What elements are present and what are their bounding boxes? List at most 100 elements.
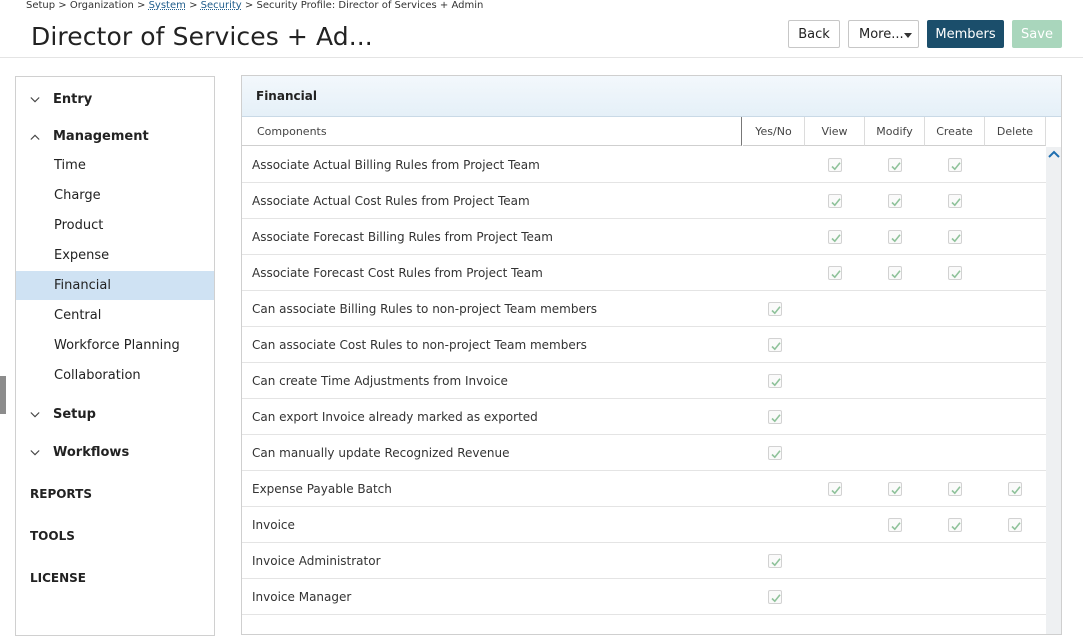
checkbox-create[interactable] [948,194,962,208]
breadcrumb-setup: Setup [26,0,56,11]
column-header-components[interactable]: Components [242,117,742,146]
checkbox-view[interactable] [828,230,842,244]
check-icon [891,270,901,279]
column-header-yes-no[interactable]: Yes/No [743,117,805,146]
sidebar-item-central[interactable]: Central [16,301,214,330]
checkbox-yes-no[interactable] [768,446,782,460]
caret-down-icon [904,33,912,38]
back-button[interactable]: Back [788,20,840,48]
sidebar-group-label: Management [53,128,149,144]
checkbox-modify[interactable] [888,194,902,208]
checkbox-modify[interactable] [888,266,902,280]
checkbox-modify[interactable] [888,518,902,532]
check-icon [831,486,841,495]
component-name: Invoice [252,517,295,532]
column-header-delete[interactable]: Delete [985,117,1046,146]
component-name: Associate Actual Billing Rules from Proj… [252,157,540,172]
table-row: Invoice Manager [242,579,1046,615]
table-row: Invoice Administrator [242,543,1046,579]
table-row: Can manually update Recognized Revenue [242,435,1046,471]
check-icon [771,594,781,603]
checkbox-modify[interactable] [888,230,902,244]
sidebar-toggle-handle[interactable] [0,376,6,414]
check-icon [1011,522,1021,531]
check-icon [771,306,781,315]
sidebar-group-setup[interactable]: Setup [16,396,214,432]
checkbox-yes-no[interactable] [768,410,782,424]
component-name: Associate Actual Cost Rules from Project… [252,193,530,208]
checkbox-yes-no[interactable] [768,554,782,568]
column-header-view[interactable]: View [805,117,865,146]
sidebar-link-tools[interactable]: TOOLS [30,529,75,543]
checkbox-yes-no[interactable] [768,590,782,604]
sidebar-link-reports[interactable]: REPORTS [30,487,92,501]
page-header: Setup > Organization > System > Security… [0,0,1083,58]
column-header-modify[interactable]: Modify [865,117,925,146]
table-row: Can associate Billing Rules to non-proje… [242,291,1046,327]
check-icon [771,414,781,423]
members-button[interactable]: Members [927,20,1004,48]
sidebar-item-charge[interactable]: Charge [16,181,214,210]
checkbox-yes-no[interactable] [768,302,782,316]
vertical-scrollbar[interactable] [1046,147,1061,634]
checkbox-yes-no[interactable] [768,374,782,388]
sidebar-group-entry[interactable]: Entry [16,81,214,117]
sidebar-item-workforce-planning[interactable]: Workforce Planning [16,331,214,360]
table-row: Associate Forecast Cost Rules from Proje… [242,255,1046,291]
checkbox-view[interactable] [828,482,842,496]
breadcrumb-separator: > [244,0,254,11]
component-name: Can associate Billing Rules to non-proje… [252,301,598,316]
component-name: Can export Invoice already marked as exp… [252,409,538,424]
component-name: Expense Payable Batch [252,481,392,496]
sidebar-item-financial[interactable]: Financial [16,271,214,300]
checkbox-delete[interactable] [1008,482,1022,496]
sidebar: Entry Management Time Charge Product Exp… [15,76,215,636]
checkbox-modify[interactable] [888,482,902,496]
checkbox-delete[interactable] [1008,518,1022,532]
check-icon [951,234,961,243]
sidebar-group-workflows[interactable]: Workflows [16,434,214,470]
sidebar-group-label: Setup [53,406,96,422]
checkbox-create[interactable] [948,482,962,496]
column-header-create[interactable]: Create [925,117,985,146]
component-name: Can associate Cost Rules to non-project … [252,337,587,352]
sidebar-item-expense[interactable]: Expense [16,241,214,270]
sidebar-item-product[interactable]: Product [16,211,214,240]
checkbox-create[interactable] [948,518,962,532]
table-row: Can export Invoice already marked as exp… [242,399,1046,435]
check-icon [891,486,901,495]
table-row: Associate Actual Billing Rules from Proj… [242,147,1046,183]
checkbox-yes-no[interactable] [768,338,782,352]
check-icon [831,198,841,207]
breadcrumb-separator: > [189,0,198,11]
sidebar-group-label: Entry [53,91,93,107]
component-name: Can manually update Recognized Revenue [252,445,510,460]
table-row: Can create Time Adjustments from Invoice [242,363,1046,399]
breadcrumb-security-link[interactable]: Security [201,0,242,11]
checkbox-create[interactable] [948,158,962,172]
component-name: Can create Time Adjustments from Invoice [252,373,508,388]
checkbox-view[interactable] [828,266,842,280]
breadcrumb-system-link[interactable]: System [149,0,186,11]
checkbox-create[interactable] [948,230,962,244]
check-icon [771,342,781,351]
chevron-up-icon [30,134,40,140]
checkbox-view[interactable] [828,158,842,172]
component-name: Invoice Administrator [252,553,381,568]
check-icon [771,558,781,567]
breadcrumb-organization: Organization [69,0,134,11]
chevron-up-icon[interactable] [1048,149,1060,159]
sidebar-link-license[interactable]: LICENSE [30,571,86,585]
checkbox-modify[interactable] [888,158,902,172]
checkbox-view[interactable] [828,194,842,208]
sidebar-item-collaboration[interactable]: Collaboration [16,361,214,390]
sidebar-item-time[interactable]: Time [16,151,214,180]
sidebar-group-management[interactable]: Management [16,118,214,154]
check-icon [951,486,961,495]
save-button[interactable]: Save [1012,20,1062,48]
table-row: Invoice [242,507,1046,543]
more-dropdown-button[interactable]: More... [848,20,919,48]
checkbox-create[interactable] [948,266,962,280]
sidebar-group-label: Workflows [53,444,130,460]
permissions-panel: Financial Components Yes/No View Modify … [241,75,1062,635]
